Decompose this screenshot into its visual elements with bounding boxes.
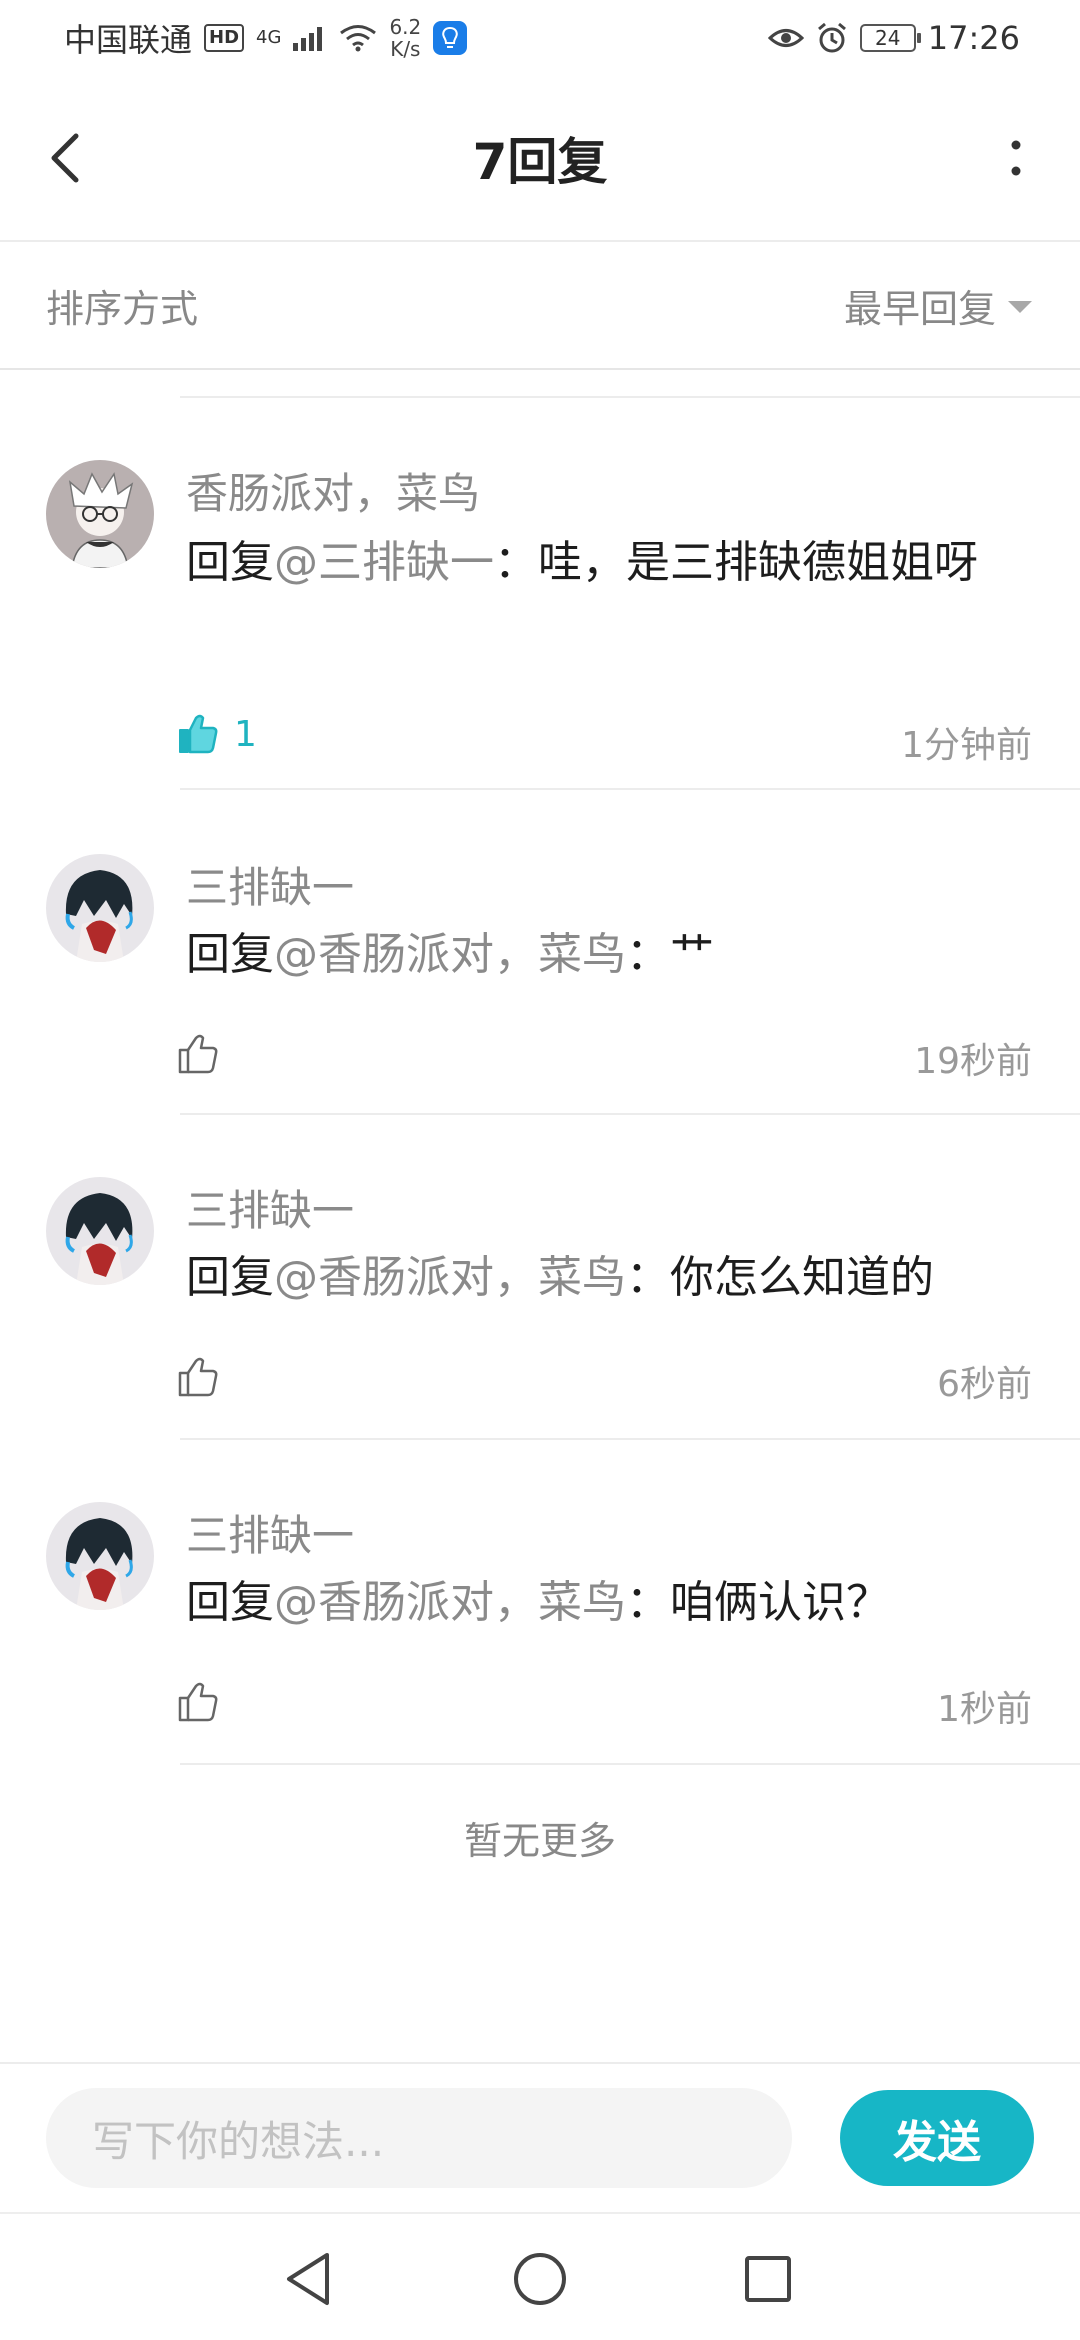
reply-text: 回复@香肠派对，菜鸟：艹 <box>186 920 1026 990</box>
page-title: 7回复 <box>472 133 608 191</box>
divider <box>180 1763 1080 1765</box>
hd-icon: HD <box>204 24 245 52</box>
nav-recents-button[interactable] <box>733 2244 803 2314</box>
network-speed: 6.2 K/s <box>389 16 421 60</box>
reply-author[interactable]: 三排缺一 <box>186 854 354 915</box>
reply-body: ：咱俩认识？ <box>626 1577 890 1628</box>
battery-level: 24 <box>875 26 901 50</box>
system-nav-bar <box>0 2212 1080 2340</box>
like-count: 1 <box>234 713 257 755</box>
reply-prefix: 回复 <box>186 1577 274 1628</box>
reply-author[interactable]: 香肠派对，菜鸟 <box>186 460 480 521</box>
square-recents-icon <box>745 2256 791 2302</box>
chevron-left-icon <box>51 133 79 183</box>
reply-body: ：艹 <box>626 929 714 980</box>
send-button[interactable]: 发送 <box>840 2090 1034 2186</box>
reply-mention[interactable]: @香肠派对，菜鸟 <box>274 1252 626 1303</box>
carrier-name: 中国联通 <box>64 21 193 59</box>
like-button[interactable] <box>176 1032 220 1076</box>
sort-label: 排序方式 <box>46 286 199 331</box>
reply-mention[interactable]: @香肠派对，菜鸟 <box>274 1577 626 1628</box>
wifi-icon <box>340 25 377 52</box>
thumbs-up-icon <box>178 1034 218 1074</box>
signal-icon <box>293 27 323 51</box>
reply-mention[interactable]: @香肠派对，菜鸟 <box>274 929 626 980</box>
status-left: 中国联通 HD 4G 6.2 K/s <box>64 15 468 61</box>
reply-item: 三排缺一 回复@香肠派对，菜鸟：你怎么知道的 6秒前 <box>0 1115 1080 1440</box>
reply-author[interactable]: 三排缺一 <box>186 1177 354 1238</box>
back-button[interactable] <box>40 123 90 193</box>
no-more-text: 暂无更多 <box>463 1819 616 1863</box>
eye-icon <box>767 29 804 47</box>
reply-item: 三排缺一 回复@香肠派对，菜鸟：艹 19秒前 <box>0 790 1080 1115</box>
thumbs-up-filled-icon <box>179 714 218 754</box>
speed-unit: K/s <box>390 37 421 61</box>
reply-prefix: 回复 <box>186 537 274 588</box>
reply-time: 1分钟前 <box>901 725 1032 766</box>
circle-home-icon <box>514 2253 566 2305</box>
reply-composer: 写下你的想法... 发送 <box>0 2062 1080 2212</box>
more-vertical-icon <box>1011 140 1021 176</box>
reply-time: 19秒前 <box>914 1041 1032 1082</box>
status-right: 24 17:26 <box>767 19 1020 57</box>
reply-text: 回复@香肠派对，菜鸟：咱俩认识？ <box>186 1568 1026 1638</box>
nav-back-button[interactable] <box>273 2244 343 2314</box>
sort-bar: 排序方式 最早回复 <box>0 242 1080 370</box>
bulb-icon <box>433 21 468 55</box>
more-options-button[interactable] <box>996 123 1036 193</box>
avatar[interactable] <box>46 1502 154 1610</box>
reply-time: 1秒前 <box>937 1689 1032 1730</box>
reply-body: ：哇，是三排缺德姐姐呀 <box>494 537 978 588</box>
like-button[interactable] <box>176 1355 220 1399</box>
reply-input[interactable]: 写下你的想法... <box>46 2088 792 2188</box>
avatar[interactable] <box>46 1177 154 1285</box>
clock: 17:26 <box>927 19 1020 57</box>
avatar[interactable] <box>46 460 154 568</box>
thumbs-up-icon <box>178 1682 218 1722</box>
thumbs-up-icon <box>178 1357 218 1397</box>
reply-text: 回复@三排缺一：哇，是三排缺德姐姐呀 <box>186 528 1026 598</box>
sort-selected-value: 最早回复 <box>843 286 996 331</box>
alarm-icon <box>817 22 846 53</box>
reply-item: 香肠派对，菜鸟 回复@三排缺一：哇，是三排缺德姐姐呀 1 1分钟前 <box>0 398 1080 790</box>
reply-prefix: 回复 <box>186 929 274 980</box>
reply-item: 三排缺一 回复@香肠派对，菜鸟：咱俩认识？ 1秒前 <box>0 1440 1080 1765</box>
reply-time: 6秒前 <box>937 1364 1032 1405</box>
reply-prefix: 回复 <box>186 1252 274 1303</box>
avatar[interactable] <box>46 854 154 962</box>
sort-dropdown[interactable]: 最早回复 <box>844 278 1032 333</box>
triangle-back-icon <box>287 2253 329 2305</box>
nav-home-button[interactable] <box>505 2244 575 2314</box>
reply-body: ：你怎么知道的 <box>626 1252 934 1303</box>
network-type: 4G <box>256 27 282 48</box>
reply-author[interactable]: 三排缺一 <box>186 1502 354 1563</box>
reply-text: 回复@香肠派对，菜鸟：你怎么知道的 <box>186 1243 1026 1313</box>
status-bar: 中国联通 HD 4G 6.2 K/s 24 17:26 <box>0 0 1080 76</box>
battery-icon: 24 <box>859 24 921 52</box>
reply-mention[interactable]: @三排缺一 <box>274 537 494 588</box>
like-button[interactable]: 1 <box>176 712 257 756</box>
like-button[interactable] <box>176 1680 220 1724</box>
speed-value: 6.2 <box>389 15 422 39</box>
top-app-bar: 7回复 <box>0 76 1080 242</box>
caret-down-icon <box>1008 301 1032 313</box>
